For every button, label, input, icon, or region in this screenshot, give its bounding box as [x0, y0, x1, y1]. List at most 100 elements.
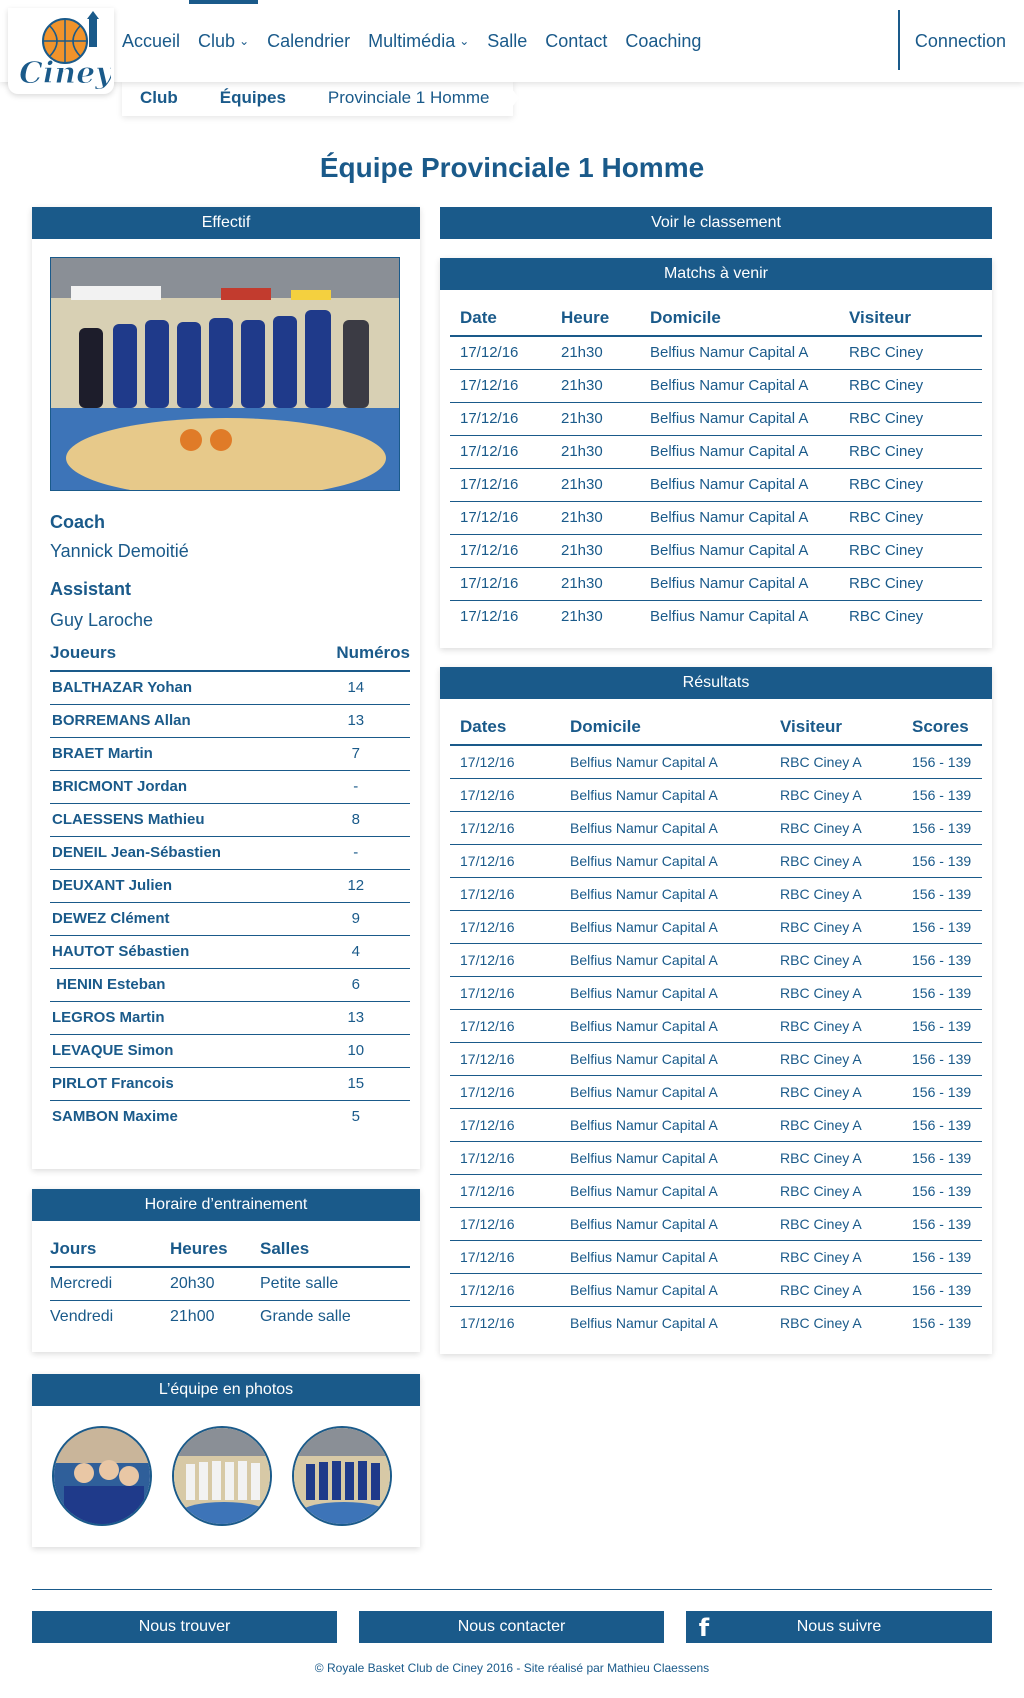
breadcrumb-equipes[interactable]: Équipes: [201, 80, 317, 116]
player-row: HAUTOT Sébastien 4: [50, 935, 410, 969]
result-date: 17/12/16: [450, 1174, 560, 1208]
upcoming-visitor: RBC Ciney: [839, 567, 982, 601]
gallery-thumbnail[interactable]: [172, 1426, 272, 1526]
upcoming-time: 21h30: [551, 468, 640, 502]
result-row: 17/12/16 Belfius Namur Capital A RBC Ciney…: [450, 1141, 982, 1175]
result-visitor: RBC Ciney A: [770, 811, 902, 845]
upcoming-row: 17/12/16 21h30 Belfius Namur Capital A RBC …: [450, 336, 982, 370]
result-score: 156 - 139: [902, 910, 982, 944]
player-name: DEUXANT Julien: [50, 869, 302, 903]
upcoming-row: 17/12/16 21h30 Belfius Namur Capital A RBC …: [450, 534, 982, 568]
player-row: HENIN Esteban 6: [50, 968, 410, 1002]
player-name: DEWEZ Clément: [50, 902, 302, 936]
result-date: 17/12/16: [450, 1042, 560, 1076]
training-heading: Horaire d’entrainement: [32, 1189, 420, 1221]
player-name: DENEIL Jean-Sébastien: [50, 836, 302, 870]
upcoming-home: Belfius Namur Capital A: [640, 501, 839, 535]
numbers-header: Numéros: [301, 635, 410, 672]
gallery-thumbnail[interactable]: [52, 1426, 152, 1526]
result-home: Belfius Namur Capital A: [560, 1240, 770, 1274]
result-date: 17/12/16: [450, 844, 560, 878]
training-hour: 20h30: [170, 1267, 260, 1301]
facebook-icon: f: [698, 1614, 710, 1642]
upcoming-visitor: RBC Ciney: [839, 534, 982, 568]
player-row: PIRLOT Francois 15: [50, 1067, 410, 1101]
upcoming-row: 17/12/16 21h30 Belfius Namur Capital A RBC …: [450, 600, 982, 633]
result-home: Belfius Namur Capital A: [560, 1009, 770, 1043]
upcoming-time: 21h30: [551, 336, 640, 370]
upcoming-row: 17/12/16 21h30 Belfius Namur Capital A RBC …: [450, 435, 982, 469]
training-day: Vendredi: [50, 1307, 114, 1325]
result-visitor: RBC Ciney A: [770, 877, 902, 911]
login-link[interactable]: Connection: [915, 0, 1006, 82]
player-number: -: [301, 836, 410, 870]
nav-item-accueil[interactable]: Accueil: [122, 0, 180, 82]
result-score: 156 - 139: [902, 976, 982, 1010]
result-home: Belfius Namur Capital A: [560, 844, 770, 878]
contact-us-button[interactable]: Nous contacter: [359, 1611, 664, 1643]
result-row: 17/12/16 Belfius Namur Capital A RBC Ciney…: [450, 1240, 982, 1274]
result-home: Belfius Namur Capital A: [560, 1108, 770, 1142]
results-col-visitor: Visiteur: [770, 709, 902, 746]
result-visitor: RBC Ciney A: [770, 1042, 902, 1076]
copyright: © Royale Basket Club de Ciney 2016 - Sit…: [314, 1661, 710, 1675]
coach-name: Yannick Demoitié: [50, 541, 189, 561]
team-photo[interactable]: [50, 257, 400, 491]
result-row: 17/12/16 Belfius Namur Capital A RBC Ciney…: [450, 976, 982, 1010]
result-row: 17/12/16 Belfius Namur Capital A RBC Ciney…: [450, 1042, 982, 1076]
upcoming-row: 17/12/16 21h30 Belfius Namur Capital A RBC …: [450, 501, 982, 535]
upcoming-col-time: Heure: [551, 300, 640, 337]
result-home: Belfius Namur Capital A: [560, 778, 770, 812]
upcoming-date: 17/12/16: [450, 534, 551, 568]
player-row: DEUXANT Julien 12: [50, 869, 410, 903]
result-home: Belfius Namur Capital A: [560, 1141, 770, 1175]
upcoming-date: 17/12/16: [450, 369, 551, 403]
result-row: 17/12/16 Belfius Namur Capital A RBC Ciney…: [450, 943, 982, 977]
nav-item-salle[interactable]: Salle: [487, 0, 527, 82]
nav-item-calendrier[interactable]: Calendrier: [267, 0, 350, 82]
team-photo-image: [51, 258, 399, 490]
upcoming-time: 21h30: [551, 402, 640, 436]
photos-heading: L’équipe en photos: [32, 1374, 420, 1406]
player-name: LEVAQUE Simon: [50, 1034, 302, 1068]
nav-item-coaching[interactable]: Coaching: [625, 0, 701, 82]
nav-item-club[interactable]: Club ⌄: [189, 0, 259, 82]
player-number: 6: [301, 968, 410, 1002]
result-score: 156 - 139: [902, 1207, 982, 1241]
result-home: Belfius Namur Capital A: [560, 1075, 770, 1109]
result-row: 17/12/16 Belfius Namur Capital A RBC Ciney…: [450, 1108, 982, 1142]
result-visitor: RBC Ciney A: [780, 1314, 862, 1331]
upcoming-time: 21h30: [551, 435, 640, 469]
standings-button[interactable]: Voir le classement: [440, 207, 992, 239]
result-row: 17/12/16 Belfius Namur Capital A RBC Ciney…: [450, 1273, 982, 1307]
result-date: 17/12/16: [450, 1075, 560, 1109]
result-home: Belfius Namur Capital A: [560, 976, 770, 1010]
find-us-button[interactable]: Nous trouver: [32, 1611, 337, 1643]
main-nav: Accueil Club ⌄ Calendrier Multimédia ⌄ Sal…: [122, 0, 719, 82]
assistant-label: Assistant: [50, 579, 132, 599]
gallery-thumbnail[interactable]: [292, 1426, 392, 1526]
upcoming-col-home: Domicile: [640, 300, 839, 337]
result-row: 17/12/16 Belfius Namur Capital A RBC Ciney…: [450, 1174, 982, 1208]
nav-label: Accueil: [122, 30, 181, 51]
breadcrumb-club[interactable]: Club: [122, 80, 208, 116]
result-home: Belfius Namur Capital A: [560, 1207, 770, 1241]
nav-item-contact[interactable]: Contact: [545, 0, 607, 82]
result-row: 17/12/16 Belfius Namur Capital A RBC Ciney…: [450, 1306, 982, 1339]
upcoming-heading: Matchs à venir: [440, 258, 992, 290]
result-visitor: RBC Ciney A: [770, 1141, 902, 1175]
result-date: 17/12/16: [450, 1141, 560, 1175]
club-logo[interactable]: Ciney: [8, 8, 114, 94]
training-row: Mercredi 20h30 Petite salle: [50, 1267, 410, 1301]
upcoming-row: 17/12/16 21h30 Belfius Namur Capital A RBC …: [450, 468, 982, 502]
upcoming-visitor: RBC Ciney: [839, 369, 982, 403]
chevron-down-icon: ⌄: [459, 34, 470, 48]
player-name: CLAESSENS Mathieu: [50, 803, 302, 837]
nav-item-multimedia[interactable]: Multimédia ⌄: [368, 0, 469, 82]
upcoming-date: 17/12/16: [450, 402, 551, 436]
result-score: 156 - 139: [912, 1314, 972, 1331]
result-score: 156 - 139: [902, 877, 982, 911]
player-row: LEGROS Martin 13: [50, 1001, 410, 1035]
follow-us-button[interactable]: f Nous suivre: [686, 1611, 992, 1643]
upcoming-time: 21h30: [551, 369, 640, 403]
